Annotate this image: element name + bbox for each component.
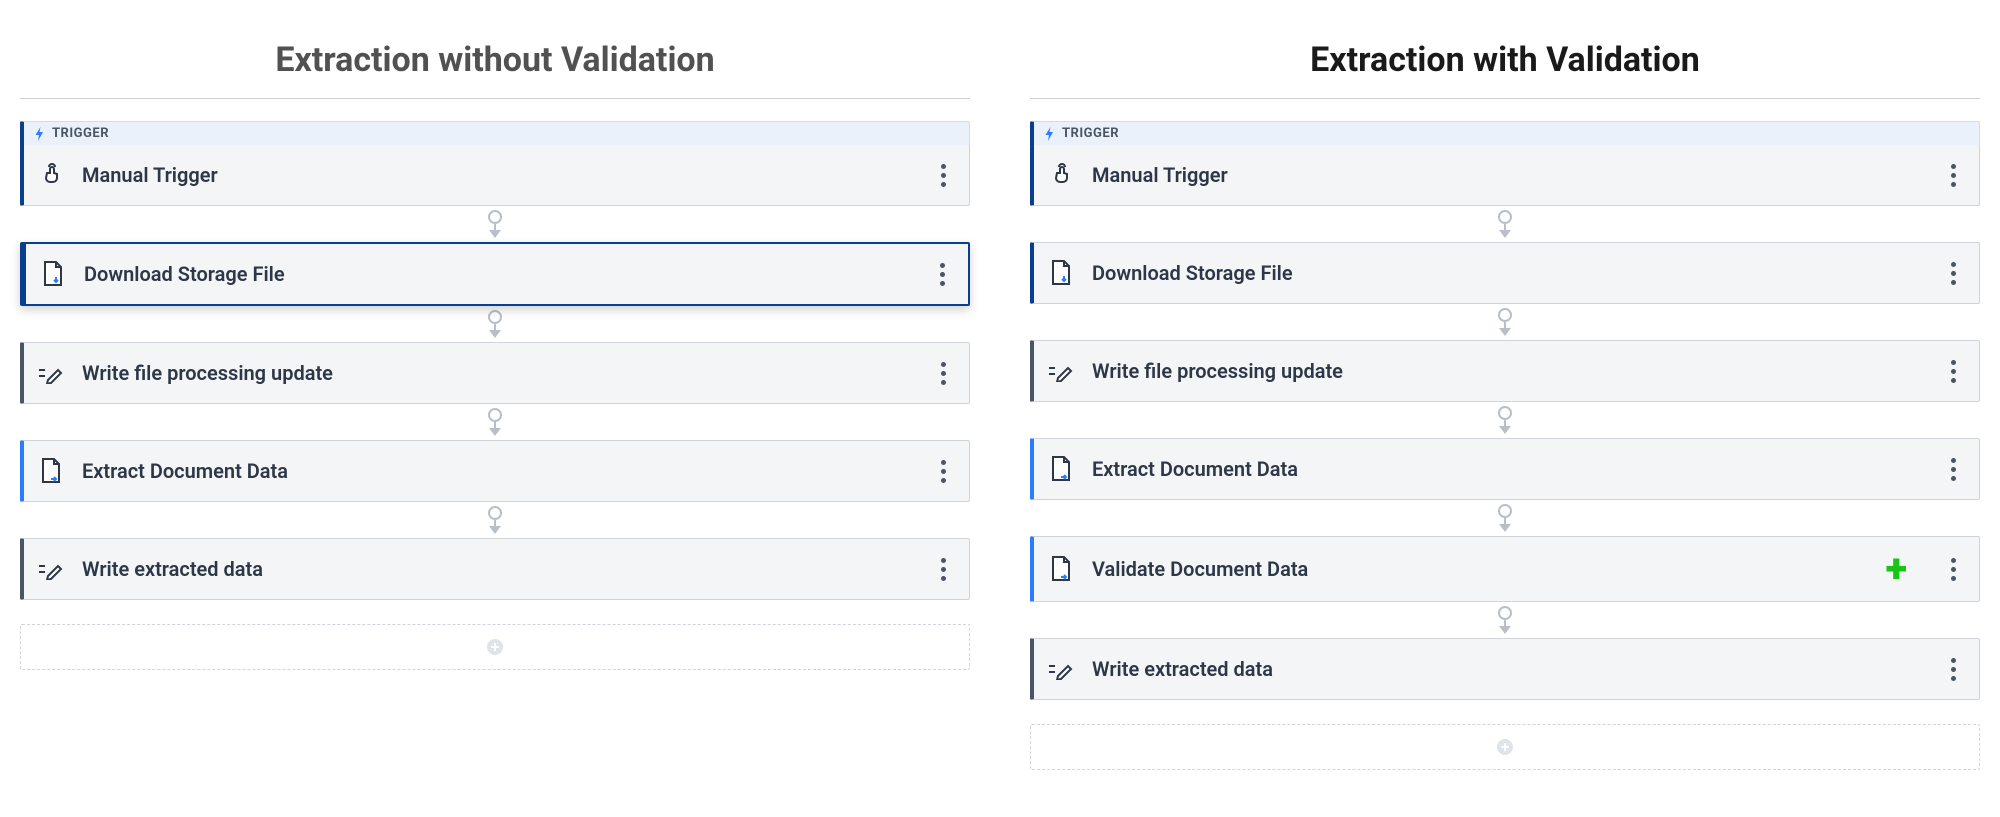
step-extract-document-data[interactable]: Extract Document Data <box>1030 438 1980 500</box>
connector <box>20 404 970 440</box>
panel-title: Extraction without Validation <box>20 40 970 80</box>
step-label: Manual Trigger <box>1092 163 1923 187</box>
trigger-header: TRIGGER <box>1030 121 1980 146</box>
connector <box>20 206 970 242</box>
step-write-extracted-data[interactable]: Write extracted data <box>20 538 970 600</box>
edit-lines-icon <box>1048 358 1074 384</box>
step-menu-button[interactable] <box>931 355 955 391</box>
step-menu-button[interactable] <box>931 551 955 587</box>
plus-icon <box>485 637 505 657</box>
step-label: Write file processing update <box>82 361 913 385</box>
step-validate-document-data[interactable]: Validate Document Data + <box>1030 536 1980 602</box>
edit-lines-icon <box>1048 656 1074 682</box>
step-label: Write file processing update <box>1092 359 1923 383</box>
file-download-icon <box>40 261 66 287</box>
edit-lines-icon <box>38 556 64 582</box>
connector <box>20 306 970 342</box>
step-label: Write extracted data <box>82 557 913 581</box>
step-menu-button[interactable] <box>1941 451 1965 487</box>
tap-icon <box>38 162 64 188</box>
step-label: Extract Document Data <box>1092 457 1923 481</box>
trigger-header: TRIGGER <box>20 121 970 146</box>
step-menu-button[interactable] <box>931 157 955 193</box>
add-step-dropzone[interactable] <box>1030 724 1980 770</box>
step-menu-button[interactable] <box>1941 651 1965 687</box>
step-menu-button[interactable] <box>1941 255 1965 291</box>
bolt-icon <box>1044 127 1056 141</box>
step-label: Download Storage File <box>1092 261 1923 285</box>
bolt-icon <box>34 127 46 141</box>
step-menu-button[interactable] <box>930 256 954 292</box>
panel-without-validation: Extraction without Validation TRIGGER Ma… <box>20 40 970 777</box>
step-manual-trigger[interactable]: Manual Trigger <box>1030 145 1980 206</box>
edit-lines-icon <box>38 360 64 386</box>
panel-title: Extraction with Validation <box>1030 40 1980 80</box>
step-menu-button[interactable] <box>1941 551 1965 587</box>
workflow-left: TRIGGER Manual Trigger Download Storage … <box>20 121 970 670</box>
file-download-icon <box>1048 260 1074 286</box>
step-label: Validate Document Data <box>1092 557 1868 581</box>
new-step-badge: + <box>1886 549 1907 589</box>
plus-icon <box>1495 737 1515 757</box>
trigger-label: TRIGGER <box>52 126 109 141</box>
panel-divider <box>1030 98 1980 99</box>
connector <box>20 502 970 538</box>
file-extract-icon <box>1048 456 1074 482</box>
step-write-extracted-data[interactable]: Write extracted data <box>1030 638 1980 700</box>
file-extract-icon <box>38 458 64 484</box>
connector <box>1030 500 1980 536</box>
connector <box>1030 206 1980 242</box>
step-download-storage-file[interactable]: Download Storage File <box>1030 242 1980 304</box>
step-label: Write extracted data <box>1092 657 1923 681</box>
connector <box>1030 602 1980 638</box>
file-extract-icon <box>1048 556 1074 582</box>
step-extract-document-data[interactable]: Extract Document Data <box>20 440 970 502</box>
step-label: Download Storage File <box>84 262 912 286</box>
workflow-right: TRIGGER Manual Trigger Download Storage … <box>1030 121 1980 770</box>
add-step-dropzone[interactable] <box>20 624 970 670</box>
step-write-processing-update[interactable]: Write file processing update <box>1030 340 1980 402</box>
step-download-storage-file[interactable]: Download Storage File <box>20 242 970 306</box>
step-manual-trigger[interactable]: Manual Trigger <box>20 145 970 206</box>
tap-icon <box>1048 162 1074 188</box>
connector <box>1030 402 1980 438</box>
panel-with-validation: Extraction with Validation TRIGGER Manua… <box>1030 40 1980 777</box>
step-label: Manual Trigger <box>82 163 913 187</box>
step-label: Extract Document Data <box>82 459 913 483</box>
connector <box>1030 304 1980 340</box>
step-write-processing-update[interactable]: Write file processing update <box>20 342 970 404</box>
step-menu-button[interactable] <box>1941 353 1965 389</box>
step-menu-button[interactable] <box>931 453 955 489</box>
trigger-label: TRIGGER <box>1062 126 1119 141</box>
step-menu-button[interactable] <box>1941 157 1965 193</box>
panel-divider <box>20 98 970 99</box>
